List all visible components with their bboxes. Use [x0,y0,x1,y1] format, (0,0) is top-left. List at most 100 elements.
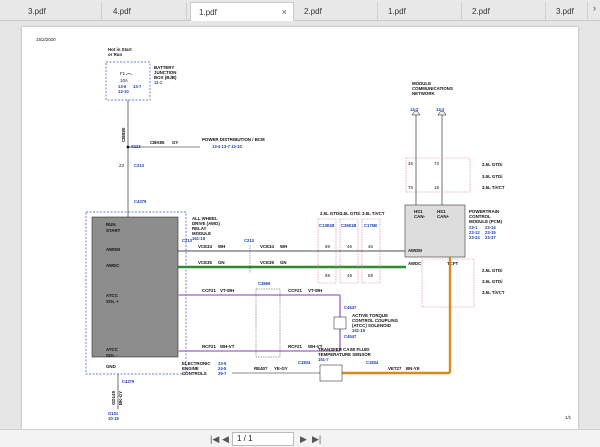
diagram-label: GND [106,364,116,369]
diagram-stroke [255,288,281,358]
diagram-label: MODULE (PCM) [469,219,502,224]
diagram-label: BK-GY [118,391,123,405]
tab-3pdf-a[interactable]: 3.pdf [20,2,102,21]
diagram-label: 13-10 [118,89,129,94]
diagram-label: CBB80 [121,127,126,142]
diagram-label: AWDM [408,248,422,253]
awd-module [91,216,179,358]
diagram-label: CBK85 [150,140,165,145]
diagram-label: WH [218,244,225,249]
diagram-label: GY [172,140,178,145]
diagram-label: CONTROLS [182,371,207,376]
atcc-solenoid [333,316,347,330]
diagram-label: 151-16 [192,236,206,241]
diagram-label: CAN+ [437,214,450,219]
diagram-label: 76 [408,185,413,190]
diagram-label: 3.5L GTDi [482,174,502,179]
tab-1pdf-b[interactable]: 1.pdf [380,2,462,21]
diagram-label: 3.5L GTDi [482,279,502,284]
diagram-label: 23-37 [485,235,496,240]
diagram-label: 10-18 [108,416,119,421]
diagram-label: GN [280,260,287,265]
tab-4pdf[interactable]: 4.pdf [105,2,187,21]
tab-2pdf-b[interactable]: 2.pdf [464,2,546,21]
diagram-label: RUN [106,222,116,227]
diagram-label: 69 [368,273,373,278]
diagram-label: 23 [119,163,124,168]
diagram-label: C3669 [258,281,271,286]
diagram-label: 23-24 [469,235,480,240]
diagram-label: GD149 [111,391,116,405]
diagram-label: AWDM [106,247,120,252]
diagram-label: C213 [244,238,255,243]
diagram-label: 14-2 [436,107,445,112]
first-page-button[interactable]: |◀ [210,432,219,446]
diagram-label: C175B [364,223,377,228]
diagram-label: RE407 [254,366,268,371]
pdf-viewer[interactable]: 15/2/2020 1/1 Hot in Start or Run F1 10A… [0,21,600,429]
chevron-right-icon[interactable]: › [593,3,596,13]
wiring-diagram: 15/2/2020 1/1 Hot in Start or Run F1 10A… [36,37,572,421]
diagram-label: CCF21 [202,288,216,293]
pager-bar: |◀ ◀ 1 / 1 ▶ ▶| [0,429,600,447]
diagram-label: 49 [347,273,352,278]
diagram-label: 29-7 [218,371,227,376]
tcft-sensor [319,364,343,382]
diagram-label: VCE35 [198,260,212,265]
diagram-label: 2.5L GTDi [320,211,340,216]
diagram-label: 3.5L TiVCT [482,185,505,190]
diagram-label: WH [280,244,287,249]
diagram-label: C3551B [341,223,356,228]
diagram-label: ATCC [106,293,119,298]
diagram-label: AWDC [408,261,422,266]
doc-date: 15/2/2020 [36,37,56,42]
diagram-label: C4379 [134,199,147,204]
tab-3pdf-b[interactable]: 3.pdf [548,2,588,21]
diagram-label: C213 [134,163,145,168]
diagram-label: NETWORK [412,91,436,96]
diagram-label: START [106,228,121,233]
page-number-input[interactable]: 1 / 1 [232,432,294,446]
pdf-page: 15/2/2020 1/1 Hot in Start or Run F1 10A… [22,27,578,429]
bjb-box [105,61,151,101]
fuse-symbol [125,73,133,76]
diagram-label: 2.5L GTDi [482,162,502,167]
diagram-label: VCE34 [198,244,212,249]
diagram-label: 45 [408,161,413,166]
prev-page-button[interactable]: ◀ [222,432,229,446]
next-page-button[interactable]: ▶ [300,432,307,446]
diagram-label: RCF21 [202,344,216,349]
diagram-label: TCFT [447,261,459,266]
tab-bar: 3.pdf 4.pdf 1.pdf × 2.pdf 1.pdf 2.pdf 3.p… [0,0,600,22]
diagram-label: S113 [131,144,141,149]
tab-2pdf-a[interactable]: 2.pdf [296,2,378,21]
diagram-label: C4379 [122,379,135,384]
diagram-label: F1 [120,71,126,76]
diagram-label: 13-4 13-7 13-10 [212,144,242,149]
diagram-label: C4547 [344,305,357,310]
diagram-label: 151-7 [318,357,329,362]
diagram-label: 14-2 [410,107,419,112]
diagram-label: VT-WH [220,288,234,293]
diagram-label: ATCC [106,347,119,352]
diagram-label: 46 [368,244,373,249]
diagram-label: YE-GY [274,366,288,371]
close-icon[interactable]: × [282,3,287,22]
tab-1pdf-active[interactable]: 1.pdf × [190,2,294,22]
diagram-label: CCF21 [288,288,302,293]
diagram-label: AWDC [106,263,120,268]
diagram-label: C4547 [344,334,357,339]
diagram-label: BN-YE [406,366,420,371]
diagram-label: 69 [325,273,330,278]
diagram-label: VCE35 [260,260,274,265]
diagram-label: SOL + [106,299,119,304]
last-page-button[interactable]: ▶| [312,432,321,446]
diagram-label: 2.5L GTDi [482,268,502,273]
diagram-label: 151-16 [352,328,366,333]
diagram-label: 46 [347,244,352,249]
diagram-label: WH-VT [220,344,235,349]
diagram-label: 3.5L TiVCT [362,211,385,216]
diagram-label: 10A [120,78,128,83]
diagram-label: RCF21 [288,344,302,349]
diagram-label: or Run [108,52,122,57]
